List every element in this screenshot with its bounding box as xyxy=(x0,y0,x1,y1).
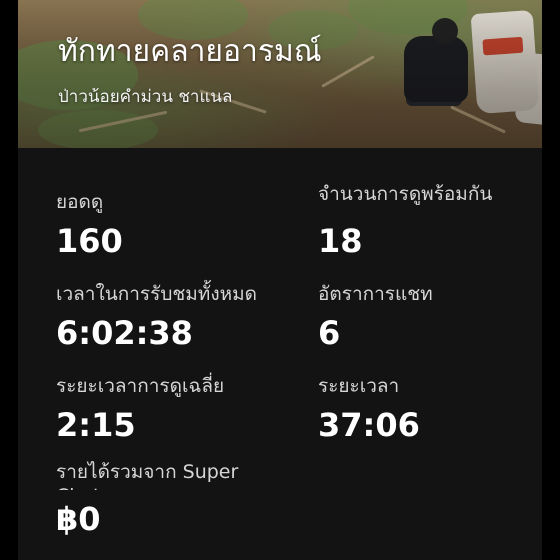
avg-view-duration-label: ระยะเวลาการดูเฉลี่ย xyxy=(56,375,225,397)
views-label: ยอดดู xyxy=(56,191,104,213)
super-chat-revenue-label: รายได้รวมจาก Super Chat xyxy=(56,461,239,490)
avg-view-duration-value: 2:15 xyxy=(56,406,136,444)
stream-summary-card: ทักทายคลายอารมณ์ ป่าวน้อยคำม่วน ชาแนล ยอ… xyxy=(18,0,542,560)
chat-rate-label: อัตราการแชท xyxy=(318,283,433,305)
duration-label: ระยะเวลา xyxy=(318,375,400,397)
concurrent-viewers-value: 18 xyxy=(318,222,363,260)
total-watch-time-label: เวลาในการรับชมทั้งหมด xyxy=(56,283,257,305)
channel-name: ป่าวน้อยคำม่วน ชาแนล xyxy=(58,87,233,107)
stream-title: ทักทายคลายอารมณ์ xyxy=(58,34,322,69)
views-value: 160 xyxy=(56,222,123,260)
concurrent-viewers-label: จำนวนการดูพร้อมกัน xyxy=(318,183,493,205)
total-watch-time-value: 6:02:38 xyxy=(56,314,193,352)
duration-value: 37:06 xyxy=(318,406,420,444)
super-chat-revenue-value: ฿0 xyxy=(56,500,101,538)
chat-rate-value: 6 xyxy=(318,314,341,352)
stream-thumbnail xyxy=(18,0,542,148)
